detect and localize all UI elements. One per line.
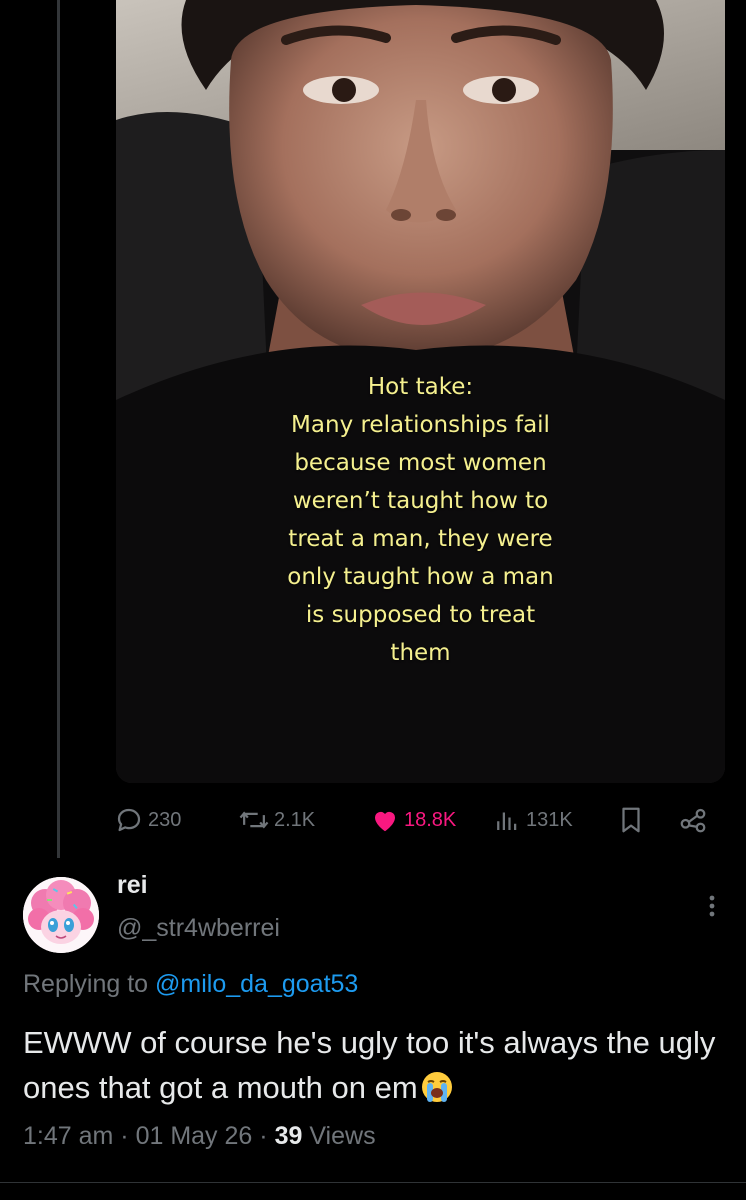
tweet-video[interactable]: Hot take: Many relationships fail becaus… [116, 0, 725, 783]
tweet-time[interactable]: 1:47 am [23, 1122, 113, 1150]
avatar[interactable] [23, 877, 99, 953]
meta-separator: · [259, 1122, 268, 1150]
replying-to-label: Replying to [23, 970, 149, 998]
more-options-button[interactable] [700, 888, 724, 924]
meta-separator: · [120, 1122, 129, 1150]
loudly-crying-face-icon [420, 1070, 454, 1116]
bookmark-icon [622, 807, 640, 833]
reply-icon [117, 808, 141, 832]
tweet-text: EWWW of course he's ugly too it's always… [23, 1020, 723, 1116]
views-count: 131K [526, 808, 573, 831]
tweet-body: EWWW of course he's ugly too it's always… [23, 1025, 716, 1105]
video-caption-overlay: Hot take: Many relationships fail becaus… [287, 374, 554, 666]
share-icon [680, 808, 706, 833]
user-handle[interactable]: @_str4wberrei [117, 914, 280, 943]
reply-count: 230 [148, 808, 182, 831]
share-button[interactable] [678, 802, 708, 838]
heart-icon [375, 811, 395, 832]
reply-button[interactable]: 230 [114, 802, 181, 838]
tweet-views-label: Views [309, 1122, 376, 1150]
thread-connector-line [57, 0, 60, 858]
pony-avatar-icon [23, 877, 99, 953]
tweet-action-bar: 230 2.1K 18.8K 131K [114, 802, 714, 838]
tweet-date[interactable]: 01 May 26 [136, 1122, 253, 1150]
bookmark-button[interactable] [616, 802, 646, 838]
display-name[interactable]: rei [117, 871, 148, 900]
like-count: 18.8K [404, 808, 457, 831]
views-chart-icon [497, 812, 517, 830]
repost-icon [239, 811, 269, 829]
bottom-divider [0, 1182, 746, 1183]
tweet-views-count: 39 [274, 1122, 303, 1150]
tweet-metadata: 1:47 am · 01 May 26 · 39 Views [23, 1122, 376, 1151]
repost-count: 2.1K [274, 808, 316, 831]
like-button[interactable]: 18.8K [370, 802, 456, 838]
replying-to-line: Replying to @milo_da_goat53 [23, 970, 358, 999]
views-button[interactable]: 131K [492, 802, 573, 838]
repost-button[interactable]: 2.1K [238, 802, 315, 838]
replying-to-mention-link[interactable]: @milo_da_goat53 [155, 970, 358, 998]
more-icon [709, 895, 715, 917]
